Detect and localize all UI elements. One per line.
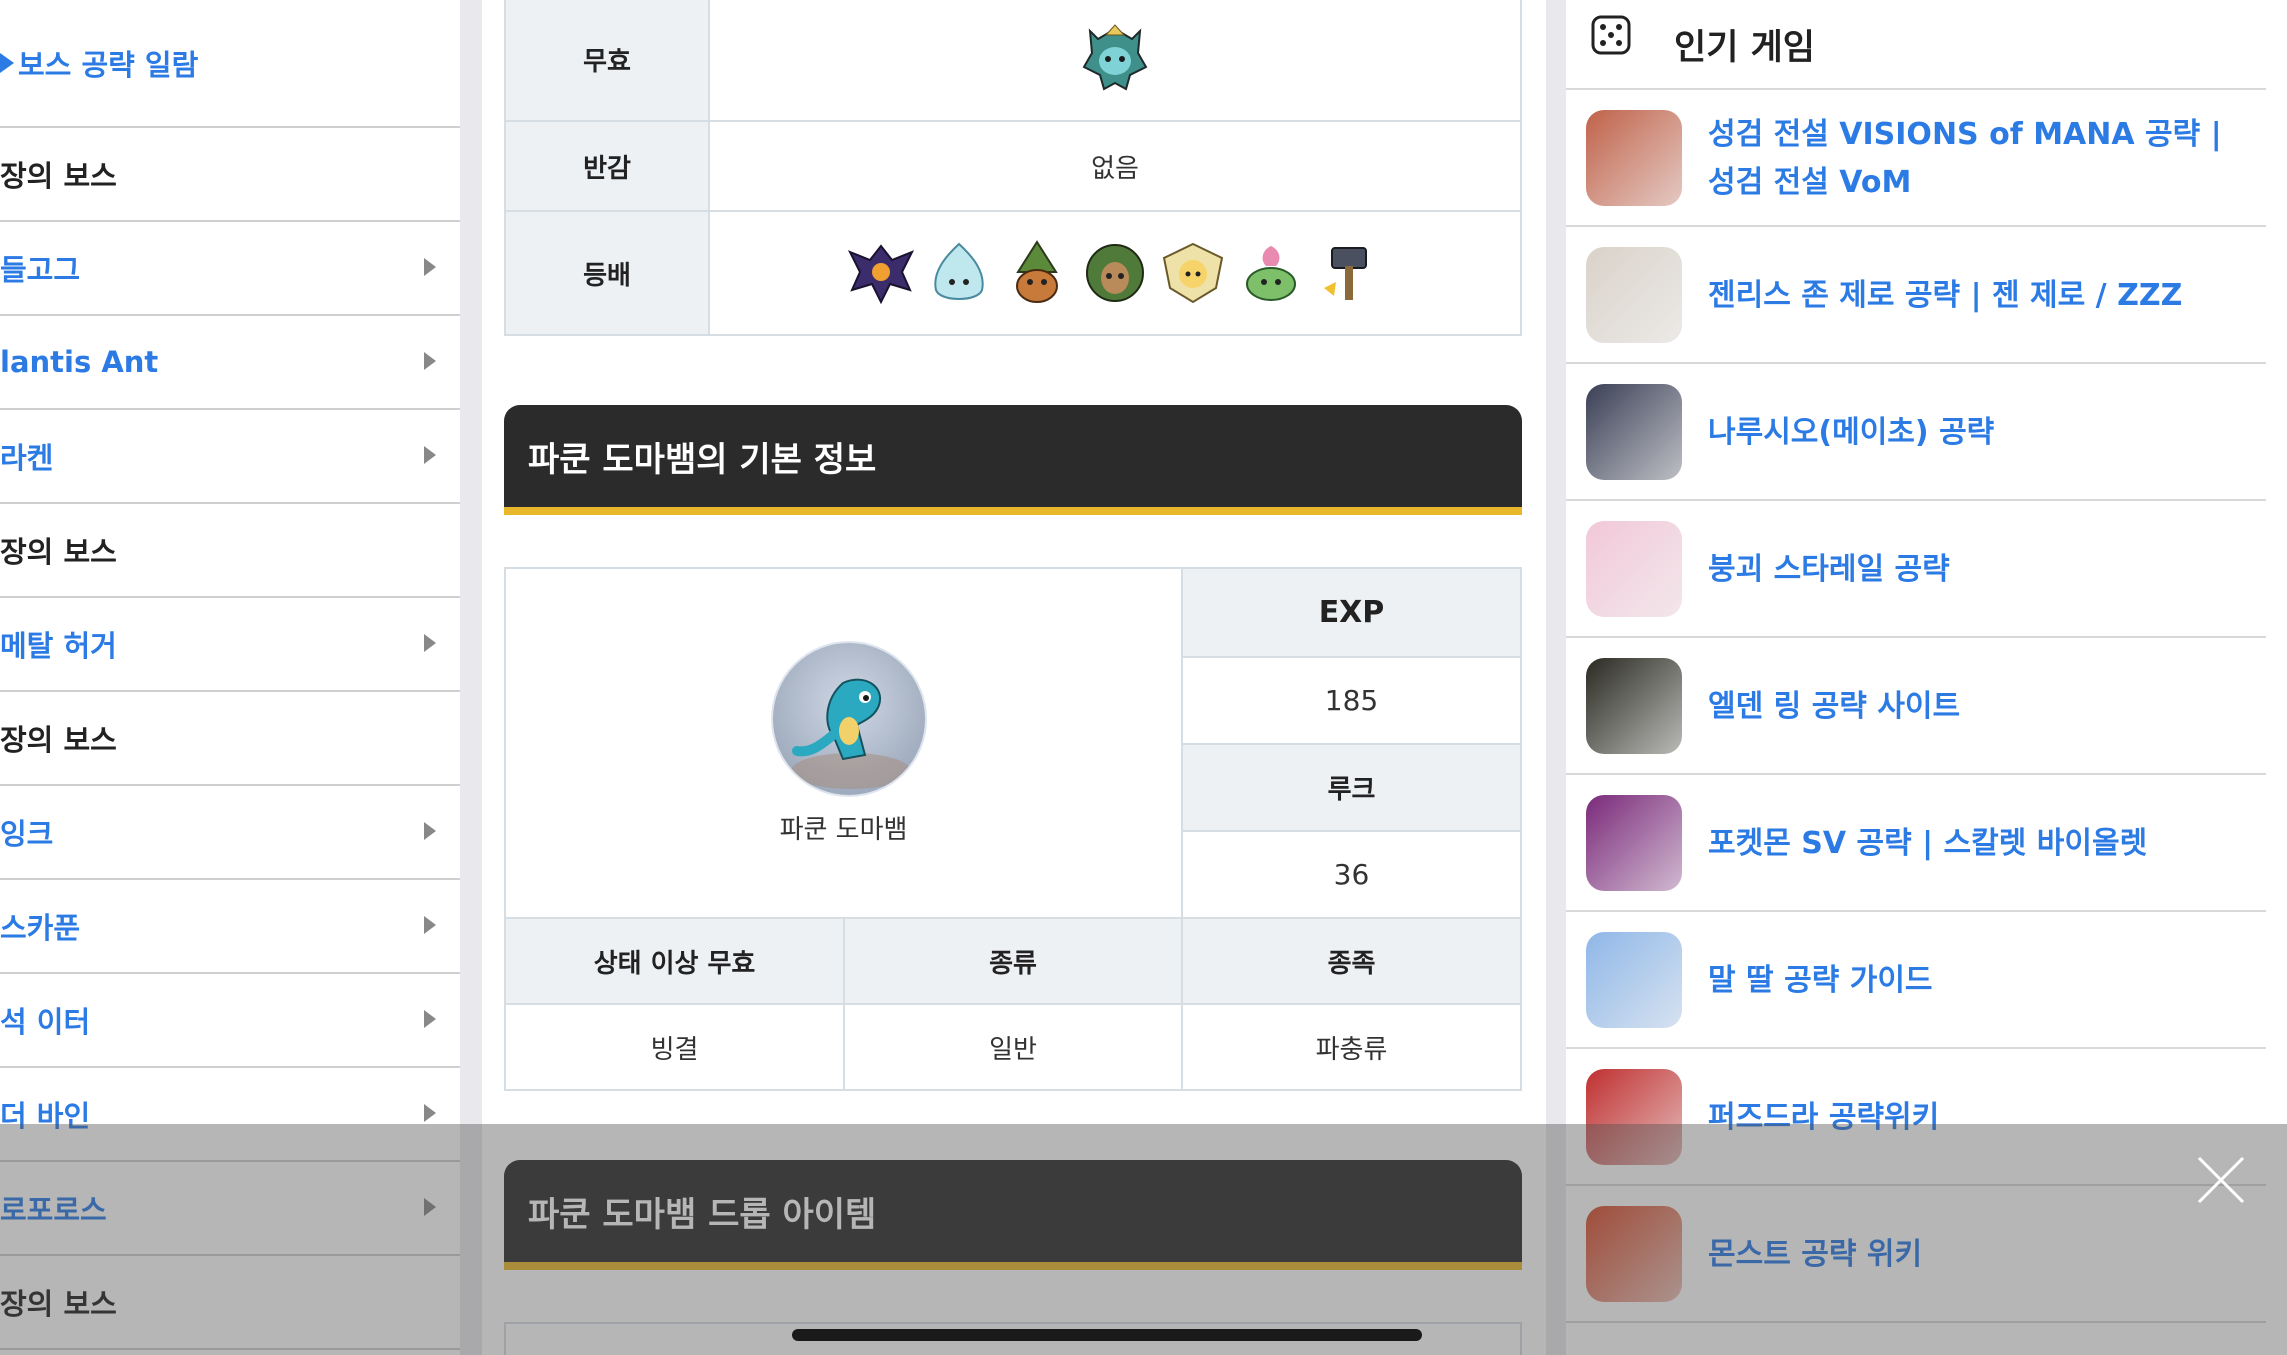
game-thumbnail: [1586, 110, 1682, 206]
masked-monster-icon: [1082, 24, 1148, 91]
chevron-right-icon: [424, 352, 436, 370]
sidebar-item-link[interactable]: 스카푼: [0, 880, 460, 974]
dice-icon: [1591, 15, 1631, 55]
resist-row-value: [710, 212, 1520, 334]
game-thumbnail: [1586, 247, 1682, 343]
sidebar-title-link[interactable]: 보스 공략 일람: [0, 0, 460, 128]
game-link-label[interactable]: 말 딸 공략 가이드: [1708, 912, 2248, 1049]
basic-info-heading: 파쿤 도마뱀의 기본 정보: [504, 405, 1522, 515]
sidebar-item-link[interactable]: 라켄: [0, 410, 460, 504]
family-value: 파충류: [1315, 1034, 1388, 1065]
chevron-right-icon: [424, 634, 436, 652]
resist-row-label: 반감: [506, 122, 708, 210]
chevron-right-icon: [424, 446, 436, 464]
game-thumbnail: [1586, 795, 1682, 891]
sidebar-item-label: 장의 보스: [0, 723, 117, 757]
monster-portrait: [771, 641, 927, 797]
popular-games-header: 인기 게임: [1566, 0, 2266, 90]
game-link-label[interactable]: 붕괴 스타레일 공략: [1708, 501, 2248, 638]
chevron-right-icon: [424, 916, 436, 934]
family-label: 종족: [1183, 919, 1520, 1003]
popular-game-item[interactable]: 붕괴 스타레일 공략: [1566, 501, 2266, 638]
hammer-icon: [1324, 247, 1367, 300]
sidebar-item-label: 메탈 허거: [0, 629, 117, 663]
game-link-label[interactable]: 성검 전설 VISIONS of MANA 공략 | 성검 전설 VoM: [1708, 90, 2248, 227]
basic-info-table: 파쿤 도마뱀 EXP 185 루크 36 상태 이상 무효 종류 종족 빙결 일…: [504, 567, 1522, 1091]
game-link-label[interactable]: 엘덴 링 공략 사이트: [1708, 638, 2248, 775]
popular-game-item[interactable]: 나루시오(메이초) 공략: [1566, 364, 2266, 501]
game-thumbnail: [1586, 384, 1682, 480]
popular-games-title: 인기 게임: [1674, 27, 1815, 68]
sidebar-item-link[interactable]: 잉크: [0, 786, 460, 880]
look-label: 루크: [1183, 745, 1520, 830]
page: 보스 공략 일람 장의 보스 들고그 lantis Ant 라켄 장의 보스 메탈 허거…: [0, 0, 2287, 1355]
sidebar-item-label: 잉크: [0, 817, 54, 851]
sidebar-item-label: 라켄: [0, 441, 54, 475]
sidebar-title-label: 보스 공략 일람: [18, 48, 199, 82]
fairy-icon: [1162, 242, 1224, 304]
exp-value: 185: [1324, 684, 1379, 717]
chevron-right-icon: [424, 822, 436, 840]
game-thumbnail: [1586, 932, 1682, 1028]
resist-row-label: 무효: [506, 0, 708, 120]
status-label: 상태 이상 무효: [506, 919, 843, 1003]
triangle-right-icon: [0, 53, 14, 73]
tree-spirit-icon: [1086, 244, 1144, 302]
game-link-label[interactable]: 포켓몬 SV 공략 | 스칼렛 바이올렛: [1708, 775, 2248, 912]
look-value: 36: [1333, 858, 1370, 891]
chevron-right-icon: [424, 1010, 436, 1028]
status-value: 빙결: [650, 1034, 699, 1065]
popular-game-item[interactable]: 엘덴 링 공략 사이트: [1566, 638, 2266, 775]
resist-row-label: 등배: [506, 212, 708, 334]
sidebar-item-label: 장의 보스: [0, 535, 117, 569]
sidebar-item-label: 스카푼: [0, 911, 81, 945]
resist-table: 무효 반감 없음 등배: [504, 0, 1522, 336]
kind-label: 종류: [845, 919, 1181, 1003]
sidebar-item-label: 장의 보스: [0, 159, 117, 193]
sidebar-item-label: 들고그: [0, 253, 81, 287]
chevron-right-icon: [424, 1104, 436, 1122]
sidebar-item-link[interactable]: 메탈 허거: [0, 598, 460, 692]
close-icon[interactable]: [2196, 1155, 2246, 1205]
game-link-label[interactable]: 젠리스 존 제로 공략 | 젠 제로 / ZZZ: [1708, 227, 2248, 364]
gnome-icon: [1016, 240, 1058, 303]
sidebar-item-label: 석 이터: [0, 1005, 91, 1039]
lizard-monster-icon: [791, 678, 911, 789]
home-indicator: [792, 1329, 1422, 1341]
popular-game-item[interactable]: 젠리스 존 제로 공략 | 젠 제로 / ZZZ: [1566, 227, 2266, 364]
game-link-label[interactable]: 나루시오(메이초) 공략: [1708, 364, 2248, 501]
ad-overlay: [0, 1124, 2287, 1355]
game-thumbnail: [1586, 658, 1682, 754]
resist-row-value: 없음: [1091, 153, 1139, 184]
sidebar-item-label: lantis Ant: [0, 345, 159, 379]
popular-game-item[interactable]: 말 딸 공략 가이드: [1566, 912, 2266, 1049]
resist-row-value: [710, 0, 1520, 120]
exp-label: EXP: [1183, 569, 1520, 656]
popular-game-item[interactable]: 성검 전설 VISIONS of MANA 공략 | 성검 전설 VoM: [1566, 90, 2266, 227]
monster-name: 파쿤 도마뱀: [779, 814, 908, 845]
chevron-right-icon: [424, 258, 436, 276]
sidebar-item-heading: 장의 보스: [0, 128, 460, 222]
sidebar-item-heading: 장의 보스: [0, 504, 460, 598]
kind-value: 일반: [989, 1034, 1037, 1065]
sidebar-item-heading: 장의 보스: [0, 692, 460, 786]
sidebar-item-link[interactable]: lantis Ant: [0, 316, 460, 410]
sidebar-item-link[interactable]: 석 이터: [0, 974, 460, 1068]
game-thumbnail: [1586, 521, 1682, 617]
dragon-icon: [847, 244, 915, 305]
popular-game-item[interactable]: 포켓몬 SV 공략 | 스칼렛 바이올렛: [1566, 775, 2266, 912]
sidebar-item-link[interactable]: 들고그: [0, 222, 460, 316]
ice-slime-icon: [934, 242, 984, 300]
leaf-slime-icon: [1246, 246, 1296, 301]
